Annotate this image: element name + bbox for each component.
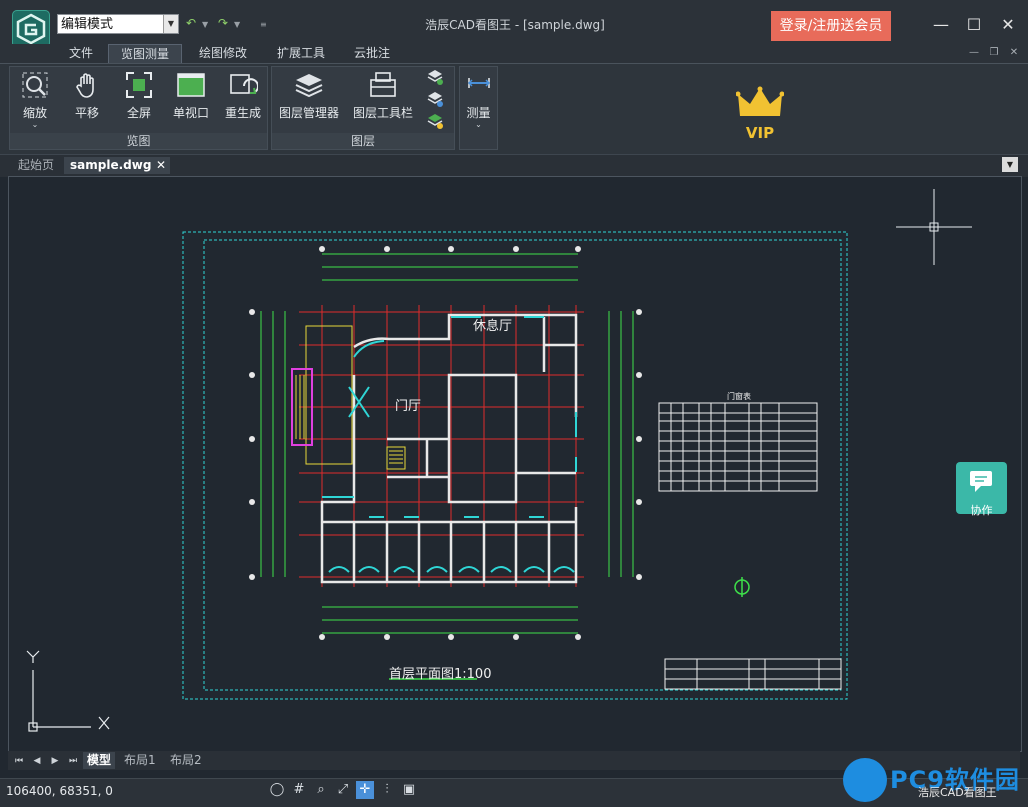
ribbon-layer-group-caption: 图层 <box>272 133 454 149</box>
mode-select[interactable]: 编辑模式 ▼ <box>57 14 179 34</box>
fullscreen-button[interactable]: 全屏 <box>114 68 164 128</box>
layer-isolate-icon[interactable] <box>426 90 444 108</box>
regenerate-button[interactable]: 重生成 <box>218 68 268 128</box>
doc-close-icon[interactable]: ✕ <box>1006 46 1022 60</box>
layer-manager-button[interactable]: 图层管理器 <box>276 68 342 128</box>
ribbon-view-group-caption: 览图 <box>10 133 267 149</box>
close-tab-icon[interactable]: ✕ <box>156 157 166 174</box>
mode-select-value: 编辑模式 <box>61 17 114 32</box>
undo-dropdown-icon[interactable]: ▼ <box>202 19 214 31</box>
measure-label: 测量 <box>466 106 491 120</box>
redo-icon[interactable]: ↷ <box>218 17 230 29</box>
layer-toolbar-button[interactable]: 图层工具栏 <box>350 68 416 128</box>
fullscreen-icon <box>124 70 154 100</box>
redo-dropdown-icon[interactable]: ▼ <box>234 19 246 31</box>
collaborate-label: 协作 <box>970 504 993 517</box>
tab-start-page[interactable]: 起始页 <box>12 157 60 174</box>
drawing-canvas[interactable]: 休息厅 门厅 首层平面图1:100 门窗表 <box>8 176 1022 752</box>
layer-toolbar-icon <box>368 70 398 100</box>
regenerate-icon <box>228 70 259 100</box>
room-label-hall: 门厅 <box>395 399 422 414</box>
tab-cloud-annotate[interactable]: 云批注 <box>344 44 400 63</box>
door-table-title: 门窗表 <box>727 392 751 401</box>
room-label-lounge: 休息厅 <box>473 319 513 334</box>
brand-logo-icon <box>843 758 887 802</box>
chevron-down-icon: ▼ <box>163 15 178 33</box>
pan-label: 平移 <box>74 106 99 120</box>
single-viewport-label: 单视口 <box>172 106 209 120</box>
pan-button[interactable]: 平移 <box>62 68 112 128</box>
layer-manager-label: 图层管理器 <box>278 106 339 120</box>
zoom-icon <box>20 70 50 100</box>
vip-label: VIP <box>745 124 775 142</box>
single-viewport-icon <box>176 70 206 100</box>
snap-icon[interactable]: ◯ <box>268 781 286 799</box>
tab-draw-modify[interactable]: 绘图修改 <box>188 44 258 63</box>
app-logo-icon[interactable] <box>12 10 50 48</box>
next-layout-icon[interactable]: ▶ <box>48 754 62 768</box>
measure-button[interactable]: 测量 ⌄ <box>459 68 498 129</box>
document-list-dropdown-icon[interactable]: ▼ <box>1002 157 1018 172</box>
chevron-down-icon: ⌄ <box>475 120 482 129</box>
ortho-icon[interactable]: ✛ <box>356 781 374 799</box>
zoom-label: 缩放 <box>22 106 47 120</box>
fit-view-icon[interactable]: ▣ <box>400 781 418 799</box>
doc-restore-icon[interactable]: ❐ <box>986 46 1002 60</box>
tab-layout2[interactable]: 布局2 <box>170 752 202 769</box>
minimize-icon[interactable]: — <box>929 14 953 36</box>
tab-sample-dwg[interactable]: sample.dwg ✕ <box>64 157 170 174</box>
measure-icon <box>464 70 494 100</box>
object-snap-track-icon[interactable]: ⫶ <box>378 781 396 799</box>
chevron-down-icon: ⌄ <box>31 120 39 129</box>
maximize-icon[interactable]: ☐ <box>962 14 986 36</box>
tab-model[interactable]: 模型 <box>83 752 116 769</box>
chat-icon <box>969 471 992 492</box>
layer-restore-icon[interactable] <box>426 112 444 130</box>
close-icon[interactable]: ✕ <box>996 14 1020 36</box>
hand-icon <box>72 70 102 100</box>
polar-tracking-icon[interactable]: ⤢ <box>334 781 352 799</box>
zoom-button[interactable]: 缩放 ⌄ <box>10 68 60 129</box>
cad-drawing <box>26 189 972 732</box>
undo-icon[interactable]: ↶ <box>186 17 198 29</box>
coordinate-readout: 106400, 68351, 0 <box>6 784 113 798</box>
customize-toolbar-icon[interactable]: ≡ <box>260 19 272 31</box>
collaborate-button[interactable]: 协作 <box>956 462 1007 517</box>
layer-manager-icon <box>294 70 324 100</box>
grid-icon[interactable]: # <box>290 781 308 799</box>
brand-watermark-sub: 浩辰CAD看图王 <box>918 786 997 799</box>
doc-minimize-icon[interactable]: — <box>966 46 982 60</box>
zoom-window-icon[interactable]: ⌕ <box>312 781 330 799</box>
login-register-button[interactable]: 登录/注册送会员 <box>771 11 891 41</box>
single-viewport-button[interactable]: 单视口 <box>166 68 216 128</box>
window-title: 浩辰CAD看图王 - [sample.dwg] <box>425 18 605 32</box>
layer-off-icon[interactable] <box>426 68 444 86</box>
regenerate-label: 重生成 <box>224 106 261 120</box>
layer-toolbar-label: 图层工具栏 <box>352 106 413 120</box>
crown-icon <box>735 86 785 116</box>
vip-badge[interactable]: VIP <box>735 86 785 142</box>
tab-sample-dwg-label: sample.dwg <box>70 158 152 172</box>
tab-file[interactable]: 文件 <box>60 44 102 63</box>
plan-title: 首层平面图1:100 <box>389 667 492 682</box>
tab-layout1[interactable]: 布局1 <box>124 752 156 769</box>
fullscreen-label: 全屏 <box>126 106 151 120</box>
prev-layout-icon[interactable]: ◀ <box>30 754 44 768</box>
tab-extend-tools[interactable]: 扩展工具 <box>266 44 336 63</box>
last-layout-icon[interactable]: ⏭ <box>66 754 80 768</box>
first-layout-icon[interactable]: ⏮ <box>12 754 26 768</box>
tab-view-measure[interactable]: 览图测量 <box>108 44 182 63</box>
